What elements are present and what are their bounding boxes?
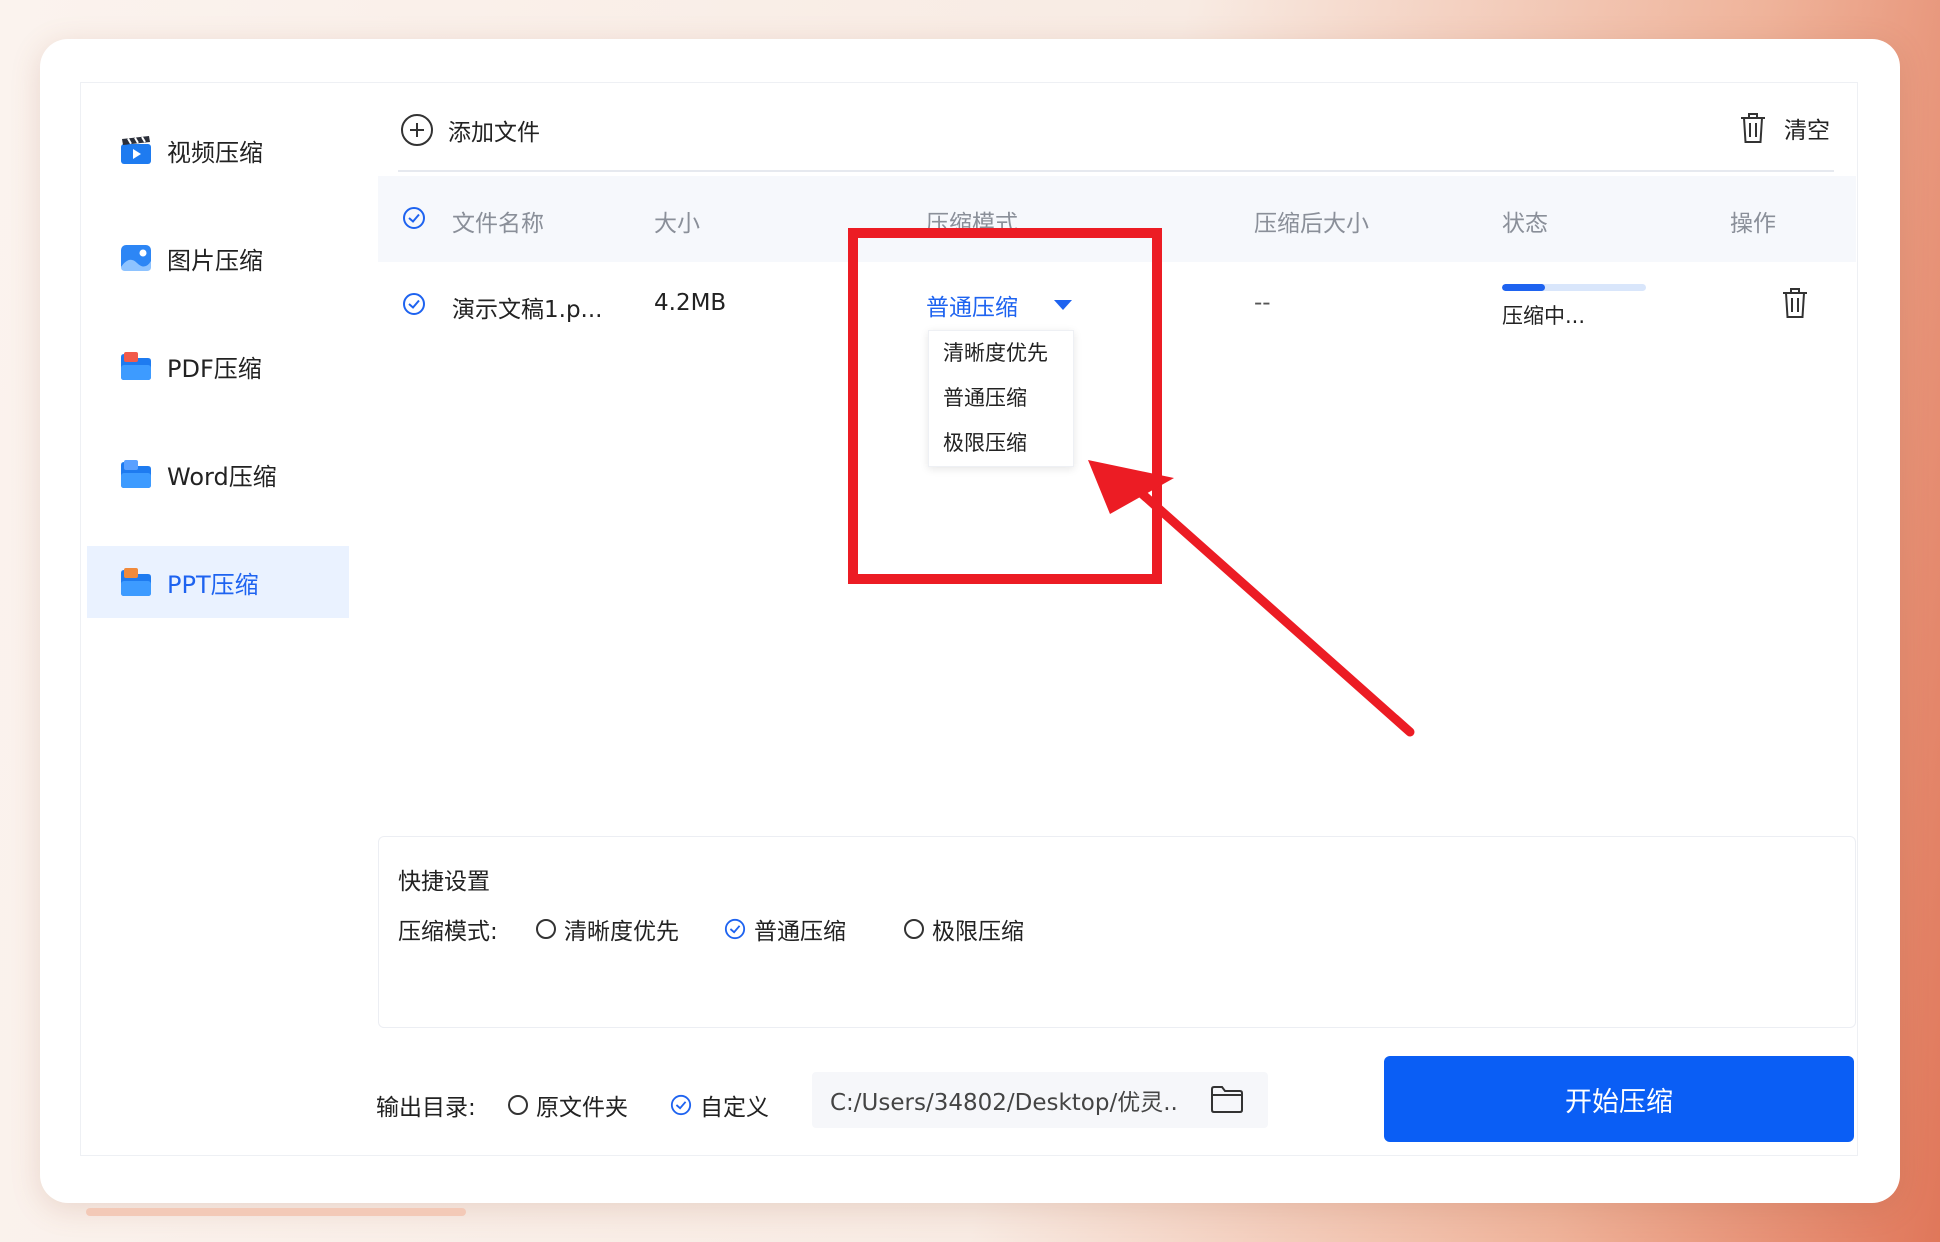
header-size: 大小: [654, 211, 700, 237]
image-icon: [121, 245, 151, 271]
radio-label: 清晰度优先: [564, 919, 679, 945]
video-clapper-icon: [121, 136, 151, 164]
output-path-field[interactable]: C:/Users/34802/Desktop/优灵..: [812, 1072, 1268, 1128]
sidebar-item-ppt[interactable]: PPT压缩: [87, 546, 349, 618]
toolbar-divider: [398, 170, 1834, 172]
header-compressed-size: 压缩后大小: [1254, 211, 1369, 237]
sidebar-item-label: 视频压缩: [167, 138, 263, 167]
delete-row-trash-icon[interactable]: [1780, 286, 1810, 320]
radio-clarity-priority[interactable]: 清晰度优先: [536, 912, 679, 946]
output-path-text: C:/Users/34802/Desktop/优灵..: [830, 1090, 1178, 1116]
sidebar-item-label: 图片压缩: [167, 246, 263, 275]
ppt-folder-icon: [121, 568, 151, 596]
compression-progress-bar: [1502, 284, 1646, 291]
radio-checked-icon: [670, 1094, 692, 1116]
row-checkbox-icon[interactable]: [402, 292, 426, 316]
row-file-name: 演示文稿1.p...: [452, 297, 603, 323]
radio-unchecked-icon: [904, 919, 924, 939]
add-circle-icon: [401, 114, 433, 146]
sidebar-item-label: PPT压缩: [167, 570, 259, 599]
radio-normal-compress[interactable]: 普通压缩: [724, 912, 846, 946]
window-scrollbar[interactable]: [86, 1208, 466, 1216]
radio-checked-icon: [724, 918, 746, 940]
annotation-highlight-box: [848, 228, 1162, 584]
start-compress-button[interactable]: 开始压缩: [1384, 1056, 1854, 1142]
folder-open-icon[interactable]: [1210, 1084, 1244, 1114]
quick-settings-title: 快捷设置: [398, 869, 490, 895]
row-file-size: 4.2MB: [654, 290, 727, 316]
trash-icon: [1741, 113, 1765, 143]
sidebar-item-video[interactable]: 视频压缩: [87, 114, 349, 186]
clear-label: 清空: [1784, 118, 1830, 144]
radio-unchecked-icon: [536, 919, 556, 939]
radio-unchecked-icon: [508, 1095, 528, 1115]
radio-label: 原文件夹: [536, 1095, 628, 1121]
radio-extreme-compress[interactable]: 极限压缩: [904, 912, 1024, 946]
row-status: 压缩中...: [1502, 304, 1586, 328]
radio-custom-folder[interactable]: 自定义: [670, 1088, 769, 1122]
row-compressed-size: --: [1254, 290, 1271, 316]
sidebar-item-label: Word压缩: [167, 462, 277, 491]
radio-label: 自定义: [700, 1095, 769, 1121]
header-status: 状态: [1502, 211, 1548, 237]
progress-fill: [1502, 284, 1546, 291]
sidebar-item-image[interactable]: 图片压缩: [87, 222, 349, 294]
pdf-folder-icon: [121, 352, 151, 380]
clear-button[interactable]: 清空: [1738, 108, 1830, 148]
sidebar-item-pdf[interactable]: PDF压缩: [87, 330, 349, 402]
radio-label: 极限压缩: [932, 919, 1024, 945]
sidebar-item-label: PDF压缩: [167, 354, 262, 383]
add-file-label: 添加文件: [448, 120, 540, 146]
select-all-checkbox-icon[interactable]: [402, 206, 426, 230]
quick-mode-label: 压缩模式:: [398, 919, 498, 945]
add-file-button[interactable]: 添加文件: [400, 110, 540, 150]
header-file-name: 文件名称: [452, 211, 544, 237]
radio-label: 普通压缩: [754, 919, 846, 945]
header-actions: 操作: [1730, 211, 1776, 237]
sidebar-item-word[interactable]: Word压缩: [87, 438, 349, 510]
radio-original-folder[interactable]: 原文件夹: [508, 1088, 628, 1122]
word-folder-icon: [121, 460, 151, 488]
output-dir-label: 输出目录:: [376, 1095, 476, 1121]
